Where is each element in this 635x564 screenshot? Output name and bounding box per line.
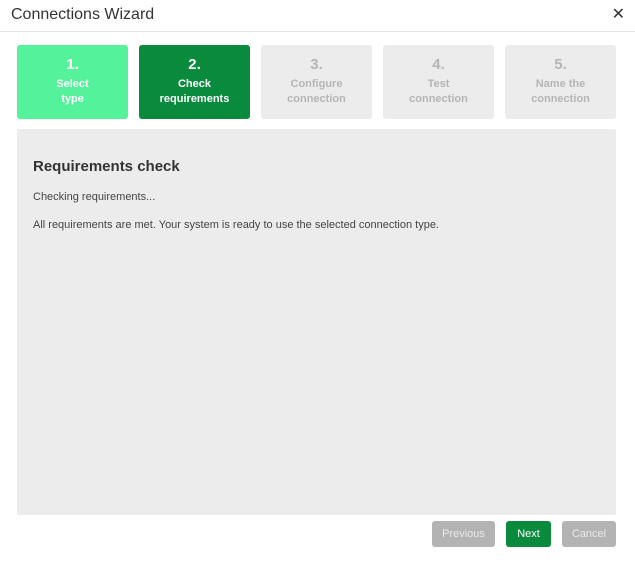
result-text: All requirements are met. Your system is… <box>33 219 439 231</box>
step-select-type[interactable]: 1. Select type <box>17 45 128 119</box>
step-test-connection: 4. Test connection <box>383 45 494 119</box>
requirements-panel: Requirements check Checking requirements… <box>17 129 616 515</box>
close-icon[interactable]: ✕ <box>612 6 625 24</box>
step-number: 5. <box>554 56 567 73</box>
connections-wizard-dialog: Connections Wizard ✕ 1. Select type 2. Ch… <box>0 0 635 564</box>
step-number: 3. <box>310 56 323 73</box>
dialog-title: Connections Wizard <box>11 6 155 23</box>
step-check-requirements[interactable]: 2. Check requirements <box>139 45 250 119</box>
step-number: 1. <box>66 56 79 73</box>
step-label: Name the connection <box>531 78 590 105</box>
cancel-button[interactable]: Cancel <box>562 521 616 547</box>
dialog-header: Connections Wizard ✕ <box>0 0 635 32</box>
wizard-steps: 1. Select type 2. Check requirements 3. Co… <box>17 45 617 119</box>
step-configure-connection: 3. Configure connection <box>261 45 372 119</box>
step-label: Configure connection <box>287 78 346 105</box>
step-number: 4. <box>432 56 445 73</box>
previous-button[interactable]: Previous <box>432 521 495 547</box>
step-label: Test connection <box>409 78 468 105</box>
step-number: 2. <box>188 56 201 73</box>
panel-heading: Requirements check <box>33 158 180 175</box>
next-button[interactable]: Next <box>506 521 551 547</box>
step-label: Select type <box>56 78 89 105</box>
step-name-connection: 5. Name the connection <box>505 45 616 119</box>
status-text: Checking requirements... <box>33 191 156 203</box>
step-label: Check requirements <box>159 78 230 105</box>
